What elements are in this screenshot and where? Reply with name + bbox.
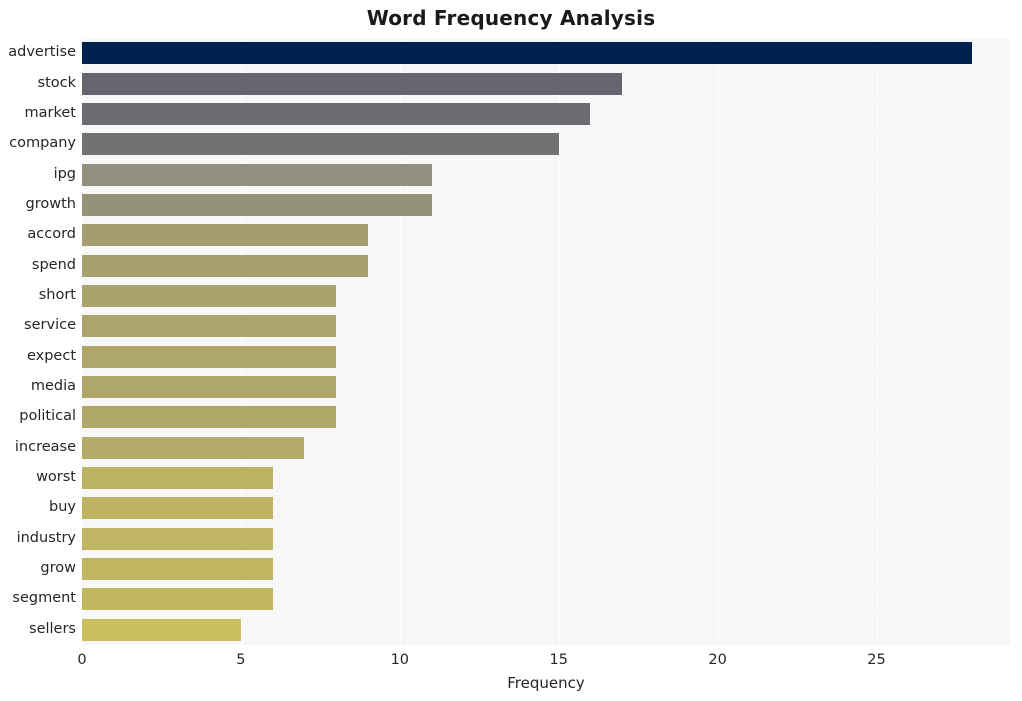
bar-advertise[interactable] <box>82 42 972 65</box>
x-tick-label: 0 <box>77 652 87 668</box>
gridline-horizontal <box>82 129 1010 131</box>
bar-buy[interactable] <box>82 497 273 520</box>
y-tick-label-worst: worst <box>36 469 76 486</box>
y-tick-label-segment: segment <box>12 590 76 607</box>
y-tick-label-ipg: ipg <box>53 165 76 182</box>
y-tick-label-growth: growth <box>25 195 76 212</box>
bar-political[interactable] <box>82 406 337 429</box>
chart-figure: Word Frequency Analysis advertise stock ma… <box>0 0 1022 701</box>
gridline-horizontal <box>82 432 1010 434</box>
x-tick-label: 20 <box>708 652 727 668</box>
x-tick-label: 10 <box>390 652 410 668</box>
y-tick-label-market: market <box>24 104 76 121</box>
y-tick-label-industry: industry <box>16 529 76 546</box>
bar-worst[interactable] <box>82 467 273 490</box>
gridline-horizontal <box>82 280 1010 282</box>
bar-segment[interactable] <box>82 588 273 611</box>
gridline-horizontal <box>82 220 1010 222</box>
gridline-horizontal <box>82 402 1010 404</box>
gridline-horizontal <box>82 311 1010 313</box>
bar-market[interactable] <box>82 102 591 125</box>
bar-grow[interactable] <box>82 558 273 581</box>
y-tick-label-spend: spend <box>31 256 76 273</box>
bar-media[interactable] <box>82 376 337 399</box>
gridline-horizontal <box>82 493 1010 495</box>
y-tick-label-expect: expect <box>26 347 76 364</box>
bar-stock[interactable] <box>82 72 623 95</box>
gridline-horizontal <box>82 98 1010 100</box>
y-tick-label-accord: accord <box>27 226 76 243</box>
bar-short[interactable] <box>82 284 337 307</box>
gridline-horizontal <box>82 189 1010 191</box>
x-tick-label: 5 <box>236 652 246 668</box>
gridline-horizontal <box>82 584 1010 586</box>
gridline-horizontal <box>82 341 1010 343</box>
gridline-horizontal <box>82 38 1010 39</box>
y-tick-label-political: political <box>19 408 76 425</box>
y-tick-label-stock: stock <box>37 74 76 91</box>
y-axis-tick-labels: advertise stock market company ipg growth acco… <box>0 38 76 645</box>
bar-accord[interactable] <box>82 224 369 247</box>
x-tick-label: 25 <box>867 652 886 668</box>
bar-service[interactable] <box>82 315 337 338</box>
gridline-horizontal <box>82 371 1010 373</box>
x-axis-label: Frequency <box>507 674 585 692</box>
gridline-horizontal <box>82 250 1010 252</box>
bar-sellers[interactable] <box>82 618 241 641</box>
gridline-horizontal <box>82 553 1010 555</box>
gridline-horizontal <box>82 614 1010 616</box>
y-tick-label-service: service <box>24 317 76 334</box>
y-tick-label-company: company <box>9 135 76 152</box>
y-tick-label-grow: grow <box>40 560 76 577</box>
bar-growth[interactable] <box>82 193 432 216</box>
x-tick-label: 15 <box>549 652 568 668</box>
y-tick-label-buy: buy <box>49 499 76 516</box>
y-tick-label-advertise: advertise <box>8 44 76 61</box>
x-axis-tick-labels: 0 5 10 15 20 25 <box>77 645 1010 675</box>
bar-company[interactable] <box>82 133 559 156</box>
bar-increase[interactable] <box>82 436 305 459</box>
gridline-horizontal <box>82 68 1010 70</box>
gridline-horizontal <box>82 523 1010 525</box>
y-tick-label-sellers: sellers <box>29 620 76 637</box>
bar-spend[interactable] <box>82 254 369 277</box>
plot-area <box>82 38 1010 645</box>
y-tick-label-media: media <box>30 378 76 395</box>
gridline-horizontal <box>82 462 1010 464</box>
y-tick-label-short: short <box>38 286 76 303</box>
bar-expect[interactable] <box>82 345 337 368</box>
bar-ipg[interactable] <box>82 163 432 186</box>
y-tick-label-increase: increase <box>14 438 76 455</box>
chart-title: Word Frequency Analysis <box>366 6 656 30</box>
gridline-horizontal <box>82 159 1010 161</box>
bar-industry[interactable] <box>82 527 273 550</box>
